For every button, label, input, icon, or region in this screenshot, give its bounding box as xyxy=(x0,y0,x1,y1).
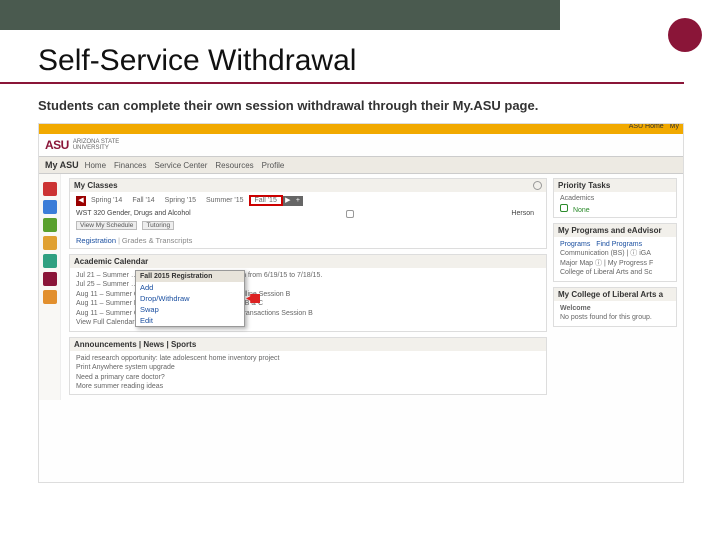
tab-home[interactable]: Home xyxy=(85,161,106,170)
class-code: WST 320 Gender, Drugs and Alcohol xyxy=(76,210,191,218)
grades-link[interactable]: Grades & Transcripts xyxy=(122,236,192,245)
my-classes-panel: My Classes ◀ Spring '14 Fall '14 Spring … xyxy=(69,178,547,249)
tab-resources[interactable]: Resources xyxy=(215,161,253,170)
tutoring-button[interactable]: Tutoring xyxy=(142,221,174,230)
term-fall15[interactable]: Fall '15 xyxy=(249,195,283,206)
programs-tab-b[interactable]: Find Programs xyxy=(596,241,642,248)
tab-finances[interactable]: Finances xyxy=(114,161,146,170)
priority-tasks-panel: Priority Tasks Academics None xyxy=(553,178,677,218)
class-icon[interactable] xyxy=(346,210,354,218)
reg-menu-edit[interactable]: Edit xyxy=(136,315,244,326)
asu-gold-bar: ASU Home My xyxy=(39,124,683,134)
term-spring14[interactable]: Spring '14 xyxy=(86,197,127,204)
tasks-section: Academics xyxy=(560,195,670,202)
view-schedule-button[interactable]: View My Schedule xyxy=(76,221,137,230)
left-icon-rail xyxy=(39,174,61,400)
slide-subtitle: Students can complete their own session … xyxy=(0,84,720,123)
reg-menu-add[interactable]: Add xyxy=(136,282,244,293)
check-icon xyxy=(560,204,568,212)
rail-icon[interactable] xyxy=(43,254,57,268)
class-instructor: Herson xyxy=(511,210,534,218)
calendar-title: Academic Calendar xyxy=(74,257,148,266)
term-summer15[interactable]: Summer '15 xyxy=(201,197,249,204)
screenshot-frame: ASU Home My ASU ARIZONA STATE UNIVERSITY… xyxy=(38,123,684,483)
tab-service-center[interactable]: Service Center xyxy=(154,161,207,170)
term-tabs: ◀ Spring '14 Fall '14 Spring '15 Summer … xyxy=(76,195,540,206)
rail-icon[interactable] xyxy=(43,182,57,196)
rail-icon[interactable] xyxy=(43,272,57,286)
registration-menu-header: Fall 2015 Registration xyxy=(136,271,244,282)
brand-myasu: My ASU xyxy=(45,160,79,170)
term-next-button[interactable]: ▶ xyxy=(283,196,293,206)
registration-dropdown-trigger[interactable]: Registration xyxy=(76,236,116,245)
college-title: My College of Liberal Arts a xyxy=(558,290,663,299)
asu-logo-row: ASU ARIZONA STATE UNIVERSITY xyxy=(39,134,683,156)
rail-icon[interactable] xyxy=(43,236,57,250)
slide-title: Self-Service Withdrawal xyxy=(0,30,684,84)
main-nav: My ASU Home Finances Service Center Reso… xyxy=(39,156,683,174)
asu-logo-sub: ARIZONA STATE UNIVERSITY xyxy=(73,139,119,151)
term-spring15[interactable]: Spring '15 xyxy=(160,197,201,204)
announcements-body: Paid research opportunity: late adolesce… xyxy=(70,351,546,395)
slide-top-band xyxy=(0,0,560,30)
rail-icon[interactable] xyxy=(43,200,57,214)
rail-icon[interactable] xyxy=(43,218,57,232)
announcements-title: Announcements | News | Sports xyxy=(74,340,196,349)
programs-tab-a[interactable]: Programs xyxy=(560,241,590,248)
programs-title: My Programs and eAdvisor xyxy=(558,226,662,235)
reg-menu-drop-withdraw[interactable]: Drop/Withdraw xyxy=(136,293,244,304)
my-classes-title: My Classes xyxy=(74,181,118,190)
link-my[interactable]: My xyxy=(670,123,679,130)
announcements-panel: Announcements | News | Sports Paid resea… xyxy=(69,337,547,396)
college-panel: My College of Liberal Arts a Welcome No … xyxy=(553,287,677,327)
reg-menu-swap[interactable]: Swap xyxy=(136,304,244,315)
term-prev-button[interactable]: ◀ xyxy=(76,196,86,206)
registration-menu: Fall 2015 Registration Add Drop/Withdraw… xyxy=(135,270,245,327)
link-asu-home[interactable]: ASU Home xyxy=(629,123,664,130)
term-add-button[interactable]: + xyxy=(293,196,303,206)
asu-top-links: ASU Home My xyxy=(625,123,679,130)
mascot-logo xyxy=(668,18,702,52)
class-row: WST 320 Gender, Drugs and Alcohol Herson xyxy=(76,210,540,218)
asu-logo: ASU xyxy=(45,138,69,152)
term-fall14[interactable]: Fall '14 xyxy=(127,197,159,204)
tab-profile[interactable]: Profile xyxy=(262,161,285,170)
priority-tasks-title: Priority Tasks xyxy=(558,181,610,190)
gear-icon[interactable] xyxy=(533,181,542,190)
rail-icon[interactable] xyxy=(43,290,57,304)
programs-panel: My Programs and eAdvisor Programs Find P… xyxy=(553,223,677,282)
